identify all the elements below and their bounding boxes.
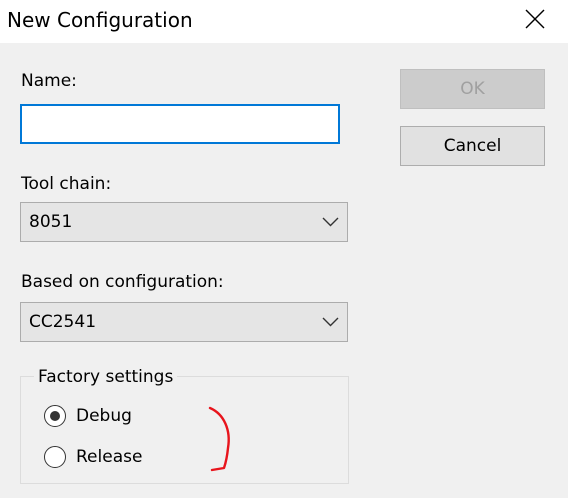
name-input[interactable] bbox=[20, 104, 340, 144]
based-on-label: Based on configuration: bbox=[21, 272, 224, 292]
name-label: Name: bbox=[21, 71, 77, 91]
tool-chain-value: 8051 bbox=[29, 212, 73, 232]
radio-debug[interactable]: Debug bbox=[44, 403, 132, 429]
radio-selected-dot bbox=[50, 411, 60, 421]
chevron-down-icon bbox=[322, 317, 339, 327]
tool-chain-label: Tool chain: bbox=[21, 174, 112, 194]
red-bracket-annotation bbox=[208, 406, 230, 472]
based-on-dropdown[interactable]: CC2541 bbox=[20, 302, 348, 342]
close-button[interactable] bbox=[512, 0, 558, 40]
radio-button-icon[interactable] bbox=[44, 446, 66, 468]
radio-button-icon[interactable] bbox=[44, 405, 66, 427]
radio-release-label: Release bbox=[76, 447, 143, 467]
chevron-down-icon bbox=[322, 217, 339, 227]
cancel-button[interactable]: Cancel bbox=[400, 126, 545, 166]
based-on-value: CC2541 bbox=[29, 312, 97, 332]
window-title: New Configuration bbox=[7, 8, 193, 32]
close-icon bbox=[525, 9, 545, 29]
radio-release[interactable]: Release bbox=[44, 444, 142, 470]
ok-button[interactable]: OK bbox=[400, 69, 545, 109]
tool-chain-dropdown[interactable]: 8051 bbox=[20, 202, 348, 242]
radio-debug-label: Debug bbox=[76, 406, 132, 426]
title-bar: New Configuration bbox=[0, 0, 568, 43]
factory-settings-title: Factory settings bbox=[34, 366, 178, 388]
